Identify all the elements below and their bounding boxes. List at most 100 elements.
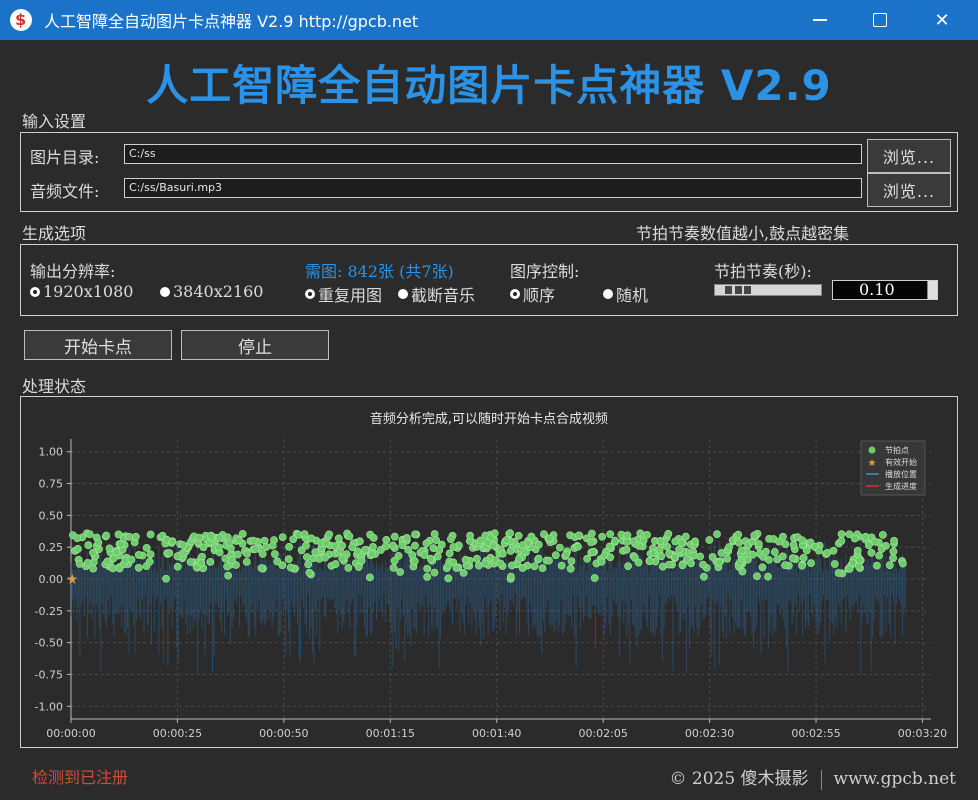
close-icon[interactable]: ✕ bbox=[914, 0, 970, 40]
beat-point bbox=[545, 534, 554, 543]
beat-point bbox=[223, 562, 232, 571]
reuse-images-radio[interactable]: 重复用图 bbox=[305, 282, 382, 306]
slider-handle[interactable] bbox=[725, 286, 732, 294]
stop-button[interactable]: 停止 bbox=[181, 330, 329, 360]
beat-interval-spinbox[interactable]: 0.10 bbox=[832, 280, 938, 300]
beat-point bbox=[555, 543, 564, 552]
beat-point bbox=[605, 542, 614, 551]
maximize-icon[interactable] bbox=[852, 0, 908, 40]
beat-point bbox=[623, 537, 631, 546]
gen-section-label: 生成选项 bbox=[22, 224, 87, 243]
site-link[interactable]: www.gpcb.net bbox=[834, 769, 956, 789]
beat-point bbox=[325, 530, 334, 539]
beat-point bbox=[207, 531, 215, 540]
beat-point bbox=[799, 553, 808, 562]
audio-file-label: 音频文件: bbox=[30, 182, 100, 201]
beat-point bbox=[515, 555, 523, 563]
legend-progress-label: 生成进度 bbox=[885, 481, 917, 491]
spin-up-icon[interactable] bbox=[927, 281, 937, 290]
beat-interval-slider[interactable] bbox=[714, 284, 822, 296]
beat-point bbox=[433, 552, 442, 561]
browse-audio-button[interactable]: 浏览... bbox=[867, 173, 951, 207]
beat-point bbox=[289, 535, 298, 544]
beat-point bbox=[449, 543, 458, 551]
spin-down-icon[interactable] bbox=[927, 290, 937, 299]
beat-point bbox=[127, 555, 136, 564]
minimize-icon[interactable] bbox=[792, 0, 848, 40]
beat-point bbox=[186, 558, 195, 566]
beat-point bbox=[689, 551, 698, 560]
audio-file-input[interactable]: C:/ss/Basuri.mp3 bbox=[124, 178, 862, 198]
beat-point bbox=[743, 555, 752, 564]
beat-point bbox=[590, 574, 599, 582]
resolution-2160-radio[interactable]: 3840x2160 bbox=[160, 282, 263, 301]
beat-point bbox=[422, 539, 431, 548]
beat-point bbox=[534, 554, 543, 563]
beat-point bbox=[108, 564, 117, 573]
radio-selected-icon bbox=[305, 289, 315, 299]
x-tick-label: 00:01:40 bbox=[472, 727, 521, 740]
beat-point bbox=[545, 556, 553, 565]
beat-point bbox=[273, 557, 282, 566]
beat-point bbox=[664, 560, 673, 569]
order-label: 图序控制: bbox=[510, 262, 580, 281]
beat-point bbox=[142, 544, 151, 552]
order-random-radio[interactable]: 随机 bbox=[603, 282, 648, 306]
beat-hint-text: 节拍节奏数值越小,鼓点越密集 bbox=[636, 224, 850, 243]
beat-point bbox=[228, 556, 236, 564]
order-sequential-radio[interactable]: 顺序 bbox=[510, 282, 555, 306]
beat-point bbox=[737, 546, 746, 555]
beat-point bbox=[179, 541, 187, 549]
beat-point bbox=[798, 536, 807, 545]
y-tick-label: 1.00 bbox=[39, 446, 64, 459]
window-title: 人工智障全自动图片卡点神器 V2.9 http://gpcb.net bbox=[44, 12, 419, 31]
beat-point bbox=[305, 568, 314, 577]
beat-point bbox=[257, 564, 266, 573]
beat-point bbox=[134, 551, 143, 559]
beat-point bbox=[551, 551, 560, 560]
beat-point bbox=[444, 574, 453, 583]
beat-point bbox=[102, 531, 111, 540]
beat-point bbox=[867, 548, 876, 557]
beat-point bbox=[498, 549, 507, 558]
waveform-plot: 音频分析完成,可以随时开始卡点合成视频 1.00 0.75 0.50 0.25 0.00 -… bbox=[20, 396, 958, 748]
beat-point bbox=[146, 550, 155, 559]
beat-point bbox=[105, 544, 114, 553]
image-dir-input[interactable]: C:/ss bbox=[124, 144, 862, 164]
legend-start-icon: ★ bbox=[868, 458, 877, 469]
beat-point bbox=[514, 531, 523, 540]
beat-point bbox=[420, 551, 429, 559]
beat-point bbox=[538, 564, 547, 572]
radio-selected-icon bbox=[30, 286, 40, 297]
app-logo-icon bbox=[10, 9, 32, 31]
beat-point bbox=[656, 537, 665, 545]
beat-point bbox=[675, 545, 684, 554]
beat-point bbox=[775, 537, 783, 546]
beat-point bbox=[789, 540, 798, 549]
y-tick-label: -0.75 bbox=[35, 668, 63, 681]
beat-point bbox=[381, 542, 390, 551]
legend-beat-label: 节拍点 bbox=[885, 445, 909, 455]
beat-point bbox=[410, 557, 419, 566]
beat-point bbox=[898, 559, 907, 568]
y-tick-label: 0.25 bbox=[39, 541, 64, 554]
browse-image-dir-button[interactable]: 浏览... bbox=[867, 139, 951, 173]
beat-point bbox=[134, 563, 143, 572]
beat-point bbox=[131, 532, 140, 541]
beat-point bbox=[432, 536, 440, 545]
reuse-images-label: 重复用图 bbox=[318, 286, 383, 305]
beat-point bbox=[634, 558, 643, 567]
beat-point bbox=[355, 537, 364, 546]
truncate-music-radio[interactable]: 截断音乐 bbox=[398, 282, 475, 306]
beat-point bbox=[262, 543, 271, 552]
y-tick-label: 0.00 bbox=[39, 573, 64, 586]
status-section-label: 处理状态 bbox=[22, 377, 87, 396]
beat-point bbox=[302, 541, 310, 550]
beat-point bbox=[562, 550, 571, 559]
resolution-1080-radio[interactable]: 1920x1080 bbox=[30, 282, 133, 301]
start-button[interactable]: 开始卡点 bbox=[24, 330, 172, 360]
beat-point bbox=[496, 559, 505, 568]
beat-point bbox=[877, 545, 886, 553]
beat-point bbox=[664, 530, 673, 538]
images-needed-text: 需图: 842张 (共7张) bbox=[305, 262, 454, 281]
